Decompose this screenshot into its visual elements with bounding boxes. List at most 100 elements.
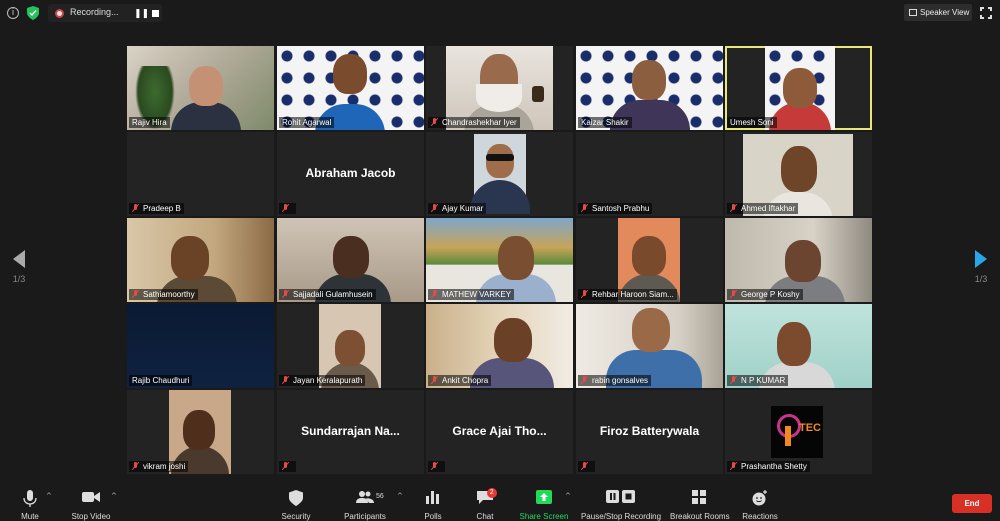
participant-photo [470,134,530,214]
muted-mic-icon [431,290,438,298]
participant-name: Rajib Chaudhuri [129,375,193,386]
muted-mic-icon [132,204,139,212]
participant-name: Rehbar Haroon Siam... [578,289,677,300]
participant-name: Rajiv Hira [129,117,170,128]
mute-button[interactable]: Mute [12,482,48,521]
muted-mic-icon [431,376,438,384]
gallery-grid: Rajiv Hira Rohit Agarwal Chandrashekhar … [127,46,873,474]
participant-logo: TEC [771,406,823,458]
participant-tile[interactable]: Firoz Batterywala [576,390,723,474]
share-options-caret-icon[interactable]: ^ [565,492,571,500]
muted-mic-icon [282,376,289,384]
participant-tile[interactable]: Sundarrajan Na... [277,390,424,474]
participant-name: Rohit Agarwal [279,117,335,128]
reactions-smiley-icon [752,490,767,506]
video-options-caret-icon[interactable]: ^ [111,492,117,500]
participant-tile[interactable]: rabin gonsalves [576,304,723,388]
participant-tile[interactable]: Jayan Keralapurath [277,304,424,388]
view-grid-icon [909,9,917,16]
participant-tile[interactable]: Rajiv Hira [127,46,274,130]
participant-name: Sajjadali Gulamhusein [279,289,376,300]
participants-count: 56 [376,493,384,500]
pause-stop-recording-button[interactable]: Pause/Stop Recording [580,482,662,521]
logo-text: TEC [799,422,821,434]
participant-tile[interactable]: Ankit Chopra [426,304,573,388]
polls-label: Polls [424,512,442,521]
participant-tile[interactable]: Santosh Prabhu [576,132,723,216]
participant-tile[interactable]: Rajib Chaudhuri [127,304,274,388]
participant-name: MATHEW VARKEY [428,289,515,300]
security-button[interactable]: Security [276,482,316,521]
breakout-rooms-button[interactable]: Breakout Rooms [670,482,730,521]
pause-stop-recording-label: Pause/Stop Recording [580,512,662,521]
polls-button[interactable]: Polls [418,482,448,521]
participant-tile[interactable]: vikram joshi [127,390,274,474]
participant-name: vikram joshi [129,461,189,472]
page-indicator-left: 1/3 [12,274,26,284]
participant-name: Pradeep B [129,203,184,214]
stop-recording-icon[interactable] [152,10,159,17]
participant-name [279,203,296,214]
chevron-left-icon [13,250,25,268]
participant-name [578,461,595,472]
participant-tile[interactable]: Abraham Jacob [277,132,424,216]
participant-tile[interactable]: Pradeep B [127,132,274,216]
muted-mic-icon [730,204,737,212]
muted-mic-icon [730,290,737,298]
video-camera-icon [82,492,100,502]
muted-mic-icon [431,462,438,470]
muted-mic-icon [730,462,737,470]
muted-mic-icon [282,462,289,470]
participant-display-name: Abraham Jacob [305,166,396,180]
participant-name: Santosh Prabhu [578,203,653,214]
chat-button[interactable]: 2 Chat [470,482,500,521]
chevron-right-icon [975,250,987,268]
reactions-button[interactable]: Reactions [740,482,780,521]
polls-bar-icon [426,491,439,504]
recording-indicator: Recording... ❚❚ [48,4,162,22]
participant-tile[interactable]: Sathiamoorthy [127,218,274,302]
participants-button[interactable]: 56 Participants [340,482,390,521]
participant-tile[interactable]: Grace Ajai Tho... [426,390,573,474]
next-page-button[interactable]: 1/3 [973,250,989,284]
participant-tile[interactable]: N P KUMAR [725,304,872,388]
pause-stop-icon [606,490,635,503]
participant-name: rabin gonsalves [578,375,652,386]
participant-display-name: Grace Ajai Tho... [452,424,547,438]
participant-name: Jayan Keralapurath [279,375,366,386]
fullscreen-icon[interactable] [980,7,992,19]
speaker-view-button[interactable]: Speaker View [904,4,972,21]
share-screen-button[interactable]: Share Screen [518,482,570,521]
audio-options-caret-icon[interactable]: ^ [46,492,52,500]
participant-tile[interactable]: Kaizar Shakir [576,46,723,130]
participant-tile[interactable]: Chandrashekhar Iyer [426,46,573,130]
participant-name: Ajay Kumar [428,203,487,214]
participant-tile[interactable]: George P Koshy [725,218,872,302]
meeting-controls-toolbar: Mute ^ Stop Video ^ Security 56 Particip [0,482,1000,521]
end-meeting-button[interactable]: End [952,494,992,513]
participant-name: Kaizar Shakir [578,117,632,128]
participant-tile-active-speaker[interactable]: Umesh Soni [725,46,872,130]
participant-tile[interactable]: Ajay Kumar [426,132,573,216]
pause-recording-icon[interactable]: ❚❚ [134,9,149,19]
muted-mic-icon [581,204,588,212]
participant-tile[interactable]: Sajjadali Gulamhusein [277,218,424,302]
participant-tile[interactable]: Rehbar Haroon Siam... [576,218,723,302]
stop-video-button[interactable]: Stop Video [68,482,114,521]
participants-caret-icon[interactable]: ^ [397,492,403,500]
participant-display-name: Sundarrajan Na... [301,424,400,438]
participant-tile[interactable]: MATHEW VARKEY [426,218,573,302]
stop-video-label: Stop Video [71,512,111,521]
encryption-shield-icon[interactable] [27,6,39,20]
participant-name [428,461,445,472]
participant-tile[interactable]: Rohit Agarwal [277,46,424,130]
info-icon[interactable]: i [7,7,19,19]
participant-name: Prashantha Shetty [727,461,810,472]
reactions-label: Reactions [742,512,778,521]
participant-tile[interactable]: TEC Prashantha Shetty [725,390,872,474]
participant-name [279,461,296,472]
participant-tile[interactable]: Ahmed Iftakhar [725,132,872,216]
participant-name: Sathiamoorthy [129,289,198,300]
muted-mic-icon [581,462,588,470]
previous-page-button[interactable]: 1/3 [11,250,27,284]
